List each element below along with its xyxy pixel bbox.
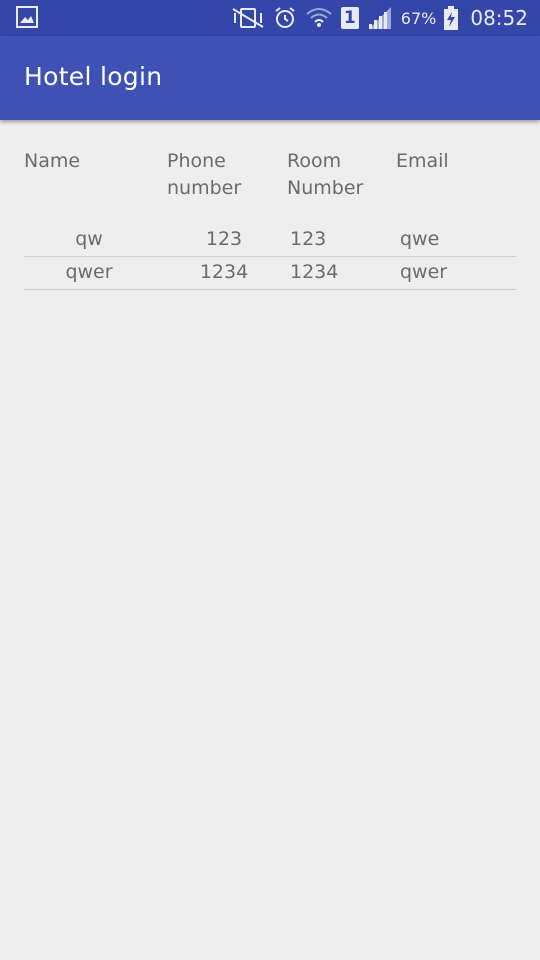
cell-name: qwer [65, 261, 113, 283]
table-row[interactable]: qwer 1234 1234 qwer [24, 257, 516, 290]
cell-email: qwer [400, 261, 448, 283]
battery-percent: 67% [400, 8, 437, 28]
header-room: Room Number [287, 148, 387, 202]
header-room-line2: Number [287, 177, 364, 199]
guest-table: Name Phone number Room Number Email qw 1… [24, 120, 516, 290]
app-bar: Hotel login [0, 36, 540, 120]
header-phone: Phone number [167, 148, 277, 202]
cell-email: qwe [400, 228, 440, 250]
cell-room: 123 [290, 228, 327, 250]
status-bar: 1 67% 08:52 [0, 0, 540, 36]
vibrate-icon [232, 8, 264, 28]
alarm-icon [275, 7, 295, 28]
sim-icon: 1 [340, 7, 359, 29]
header-phone-line2: number [167, 177, 242, 199]
header-room-line1: Room [287, 150, 342, 172]
battery-charging-icon [444, 6, 459, 30]
cell-phone: 123 [205, 228, 243, 250]
gallery-icon [16, 6, 38, 28]
header-phone-line1: Phone [167, 150, 226, 172]
table-header: Name Phone number Room Number Email [24, 120, 516, 224]
status-icons: 1 67% 08:52 [231, 0, 528, 36]
signal-icon [368, 7, 391, 29]
cell-room: 1234 [290, 261, 339, 283]
table-row[interactable]: qw 123 123 qwe [24, 224, 516, 257]
cell-phone: 1234 [199, 261, 249, 283]
cell-name: qw [75, 228, 103, 250]
clock: 08:52 [470, 6, 528, 30]
app-title: Hotel login [24, 62, 163, 91]
header-name: Name [24, 150, 81, 172]
header-email: Email [396, 150, 449, 172]
wifi-icon [306, 8, 332, 27]
